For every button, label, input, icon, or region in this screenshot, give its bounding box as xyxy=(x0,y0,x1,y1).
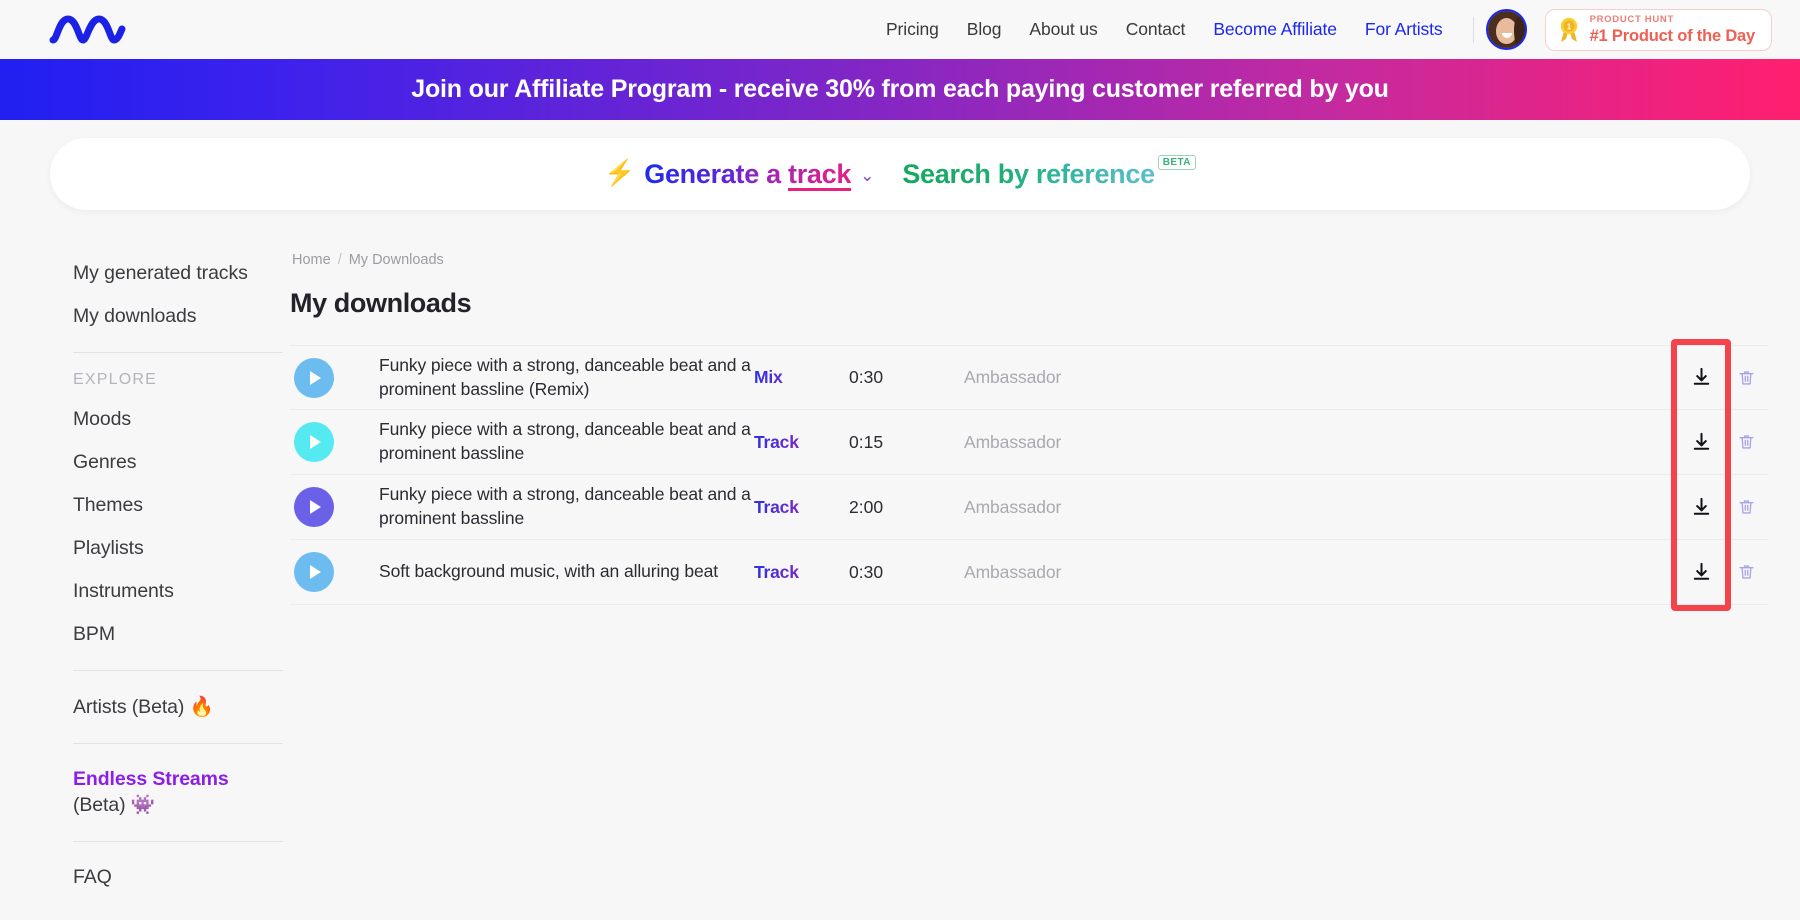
search-by-reference-button[interactable]: Search by reference BETA xyxy=(902,159,1196,190)
nav-link-pricing[interactable]: Pricing xyxy=(872,19,953,40)
track-title: Funky piece with a strong, danceable bea… xyxy=(379,354,754,401)
chevron-down-icon[interactable]: ⌄ xyxy=(860,166,874,186)
sidebar-heading-explore: EXPLORE xyxy=(73,367,290,398)
play-button[interactable] xyxy=(294,487,334,527)
track-title: Funky piece with a strong, danceable bea… xyxy=(379,483,754,530)
trash-icon[interactable] xyxy=(1724,432,1768,452)
trash-icon[interactable] xyxy=(1724,562,1768,582)
generate-prefix: Generate a xyxy=(644,159,788,189)
table-row: Funky piece with a strong, danceable bea… xyxy=(290,410,1768,475)
generate-search-bar: ⚡ Generate a track ⌄ Search by reference… xyxy=(50,138,1750,210)
play-button[interactable] xyxy=(294,358,334,398)
track-title: Soft background music, with an alluring … xyxy=(379,560,754,584)
primary-nav: Pricing Blog About us Contact Become Aff… xyxy=(872,9,1772,51)
sidebar-item-playlists[interactable]: Playlists xyxy=(73,527,290,570)
nav-divider xyxy=(1473,17,1474,43)
beta-badge: BETA xyxy=(1158,155,1196,170)
nav-link-contact[interactable]: Contact xyxy=(1112,19,1200,40)
track-owner: Ambassador xyxy=(964,367,1678,388)
medal-icon: 1 xyxy=(1557,17,1581,43)
sidebar-item-moods[interactable]: Moods xyxy=(73,398,290,441)
affiliate-banner[interactable]: Join our Affiliate Program - receive 30%… xyxy=(0,59,1800,120)
download-icon[interactable] xyxy=(1678,431,1724,454)
svg-text:1: 1 xyxy=(1566,22,1571,31)
sidebar-item-faq[interactable]: FAQ xyxy=(73,856,290,899)
track-owner: Ambassador xyxy=(964,497,1678,518)
sidebar-divider-2 xyxy=(73,670,283,671)
table-row: Funky piece with a strong, danceable bea… xyxy=(290,475,1768,540)
play-button[interactable] xyxy=(294,552,334,592)
avatar[interactable] xyxy=(1486,9,1527,50)
search-pill-wrapper: ⚡ Generate a track ⌄ Search by reference… xyxy=(0,120,1800,210)
track-duration: 0:30 xyxy=(849,562,964,583)
table-row: Funky piece with a strong, danceable bea… xyxy=(290,345,1768,410)
download-icon[interactable] xyxy=(1678,561,1724,584)
sidebar: My generated tracks My downloads EXPLORE… xyxy=(0,252,290,899)
sidebar-divider-3 xyxy=(73,743,283,744)
top-navigation-bar: Pricing Blog About us Contact Become Aff… xyxy=(0,0,1800,59)
sidebar-item-endless-streams-sub[interactable]: (Beta) 👾 xyxy=(73,791,290,827)
table-row: Soft background music, with an alluring … xyxy=(290,540,1768,605)
breadcrumb-separator: / xyxy=(338,252,342,268)
sidebar-divider-1 xyxy=(73,352,283,353)
sidebar-item-genres[interactable]: Genres xyxy=(73,441,290,484)
breadcrumb: Home / My Downloads xyxy=(290,252,1770,268)
product-hunt-title: #1 Product of the Day xyxy=(1590,28,1755,45)
breadcrumb-home[interactable]: Home xyxy=(292,252,331,268)
play-icon xyxy=(310,435,321,449)
track-kind-link[interactable]: Track xyxy=(754,497,849,518)
page-title: My downloads xyxy=(290,288,1770,319)
trash-icon[interactable] xyxy=(1724,497,1768,517)
breadcrumb-current: My Downloads xyxy=(349,252,444,268)
sidebar-divider-4 xyxy=(73,841,283,842)
track-duration: 2:00 xyxy=(849,497,964,518)
sidebar-item-artists-beta[interactable]: Artists (Beta) 🔥 xyxy=(73,685,290,729)
track-kind-link[interactable]: Track xyxy=(754,562,849,583)
product-hunt-badge[interactable]: 1 PRODUCT HUNT #1 Product of the Day xyxy=(1545,9,1772,51)
search-by-reference-label: Search by reference xyxy=(902,159,1154,190)
sidebar-item-themes[interactable]: Themes xyxy=(73,484,290,527)
download-icon[interactable] xyxy=(1678,366,1724,389)
track-owner: Ambassador xyxy=(964,432,1678,453)
sidebar-item-my-generated-tracks[interactable]: My generated tracks xyxy=(73,252,290,295)
nav-link-about-us[interactable]: About us xyxy=(1015,19,1111,40)
main-panel: Home / My Downloads My downloads Funky p… xyxy=(290,252,1800,899)
sidebar-item-instruments[interactable]: Instruments xyxy=(73,570,290,613)
downloads-table: Funky piece with a strong, danceable bea… xyxy=(290,345,1770,605)
play-icon xyxy=(310,500,321,514)
product-hunt-eyebrow: PRODUCT HUNT xyxy=(1590,15,1755,25)
nav-link-become-affiliate[interactable]: Become Affiliate xyxy=(1199,19,1351,40)
generate-a-track-button[interactable]: ⚡ Generate a track ⌄ xyxy=(604,159,874,190)
sidebar-item-bpm[interactable]: BPM xyxy=(73,613,290,656)
affiliate-banner-text: Join our Affiliate Program - receive 30%… xyxy=(411,75,1388,104)
download-icon[interactable] xyxy=(1678,496,1724,519)
lightning-bolt-icon: ⚡ xyxy=(604,161,635,186)
track-duration: 0:30 xyxy=(849,367,964,388)
track-owner: Ambassador xyxy=(964,562,1678,583)
generate-highlight: track xyxy=(788,159,851,189)
track-kind-link[interactable]: Mix xyxy=(754,367,849,388)
sidebar-item-endless-streams[interactable]: Endless Streams xyxy=(73,758,290,791)
generate-a-track-label: Generate a track xyxy=(644,159,851,190)
page-content: My generated tracks My downloads EXPLORE… xyxy=(0,210,1800,899)
nav-link-for-artists[interactable]: For Artists xyxy=(1351,19,1457,40)
sidebar-item-my-downloads[interactable]: My downloads xyxy=(73,295,290,338)
nav-link-blog[interactable]: Blog xyxy=(953,19,1016,40)
track-duration: 0:15 xyxy=(849,432,964,453)
play-button[interactable] xyxy=(294,422,334,462)
wave-logo-icon[interactable] xyxy=(48,13,134,47)
track-kind-link[interactable]: Track xyxy=(754,432,849,453)
play-icon xyxy=(310,565,321,579)
play-icon xyxy=(310,371,321,385)
track-title: Funky piece with a strong, danceable bea… xyxy=(379,418,754,465)
trash-icon[interactable] xyxy=(1724,368,1768,388)
